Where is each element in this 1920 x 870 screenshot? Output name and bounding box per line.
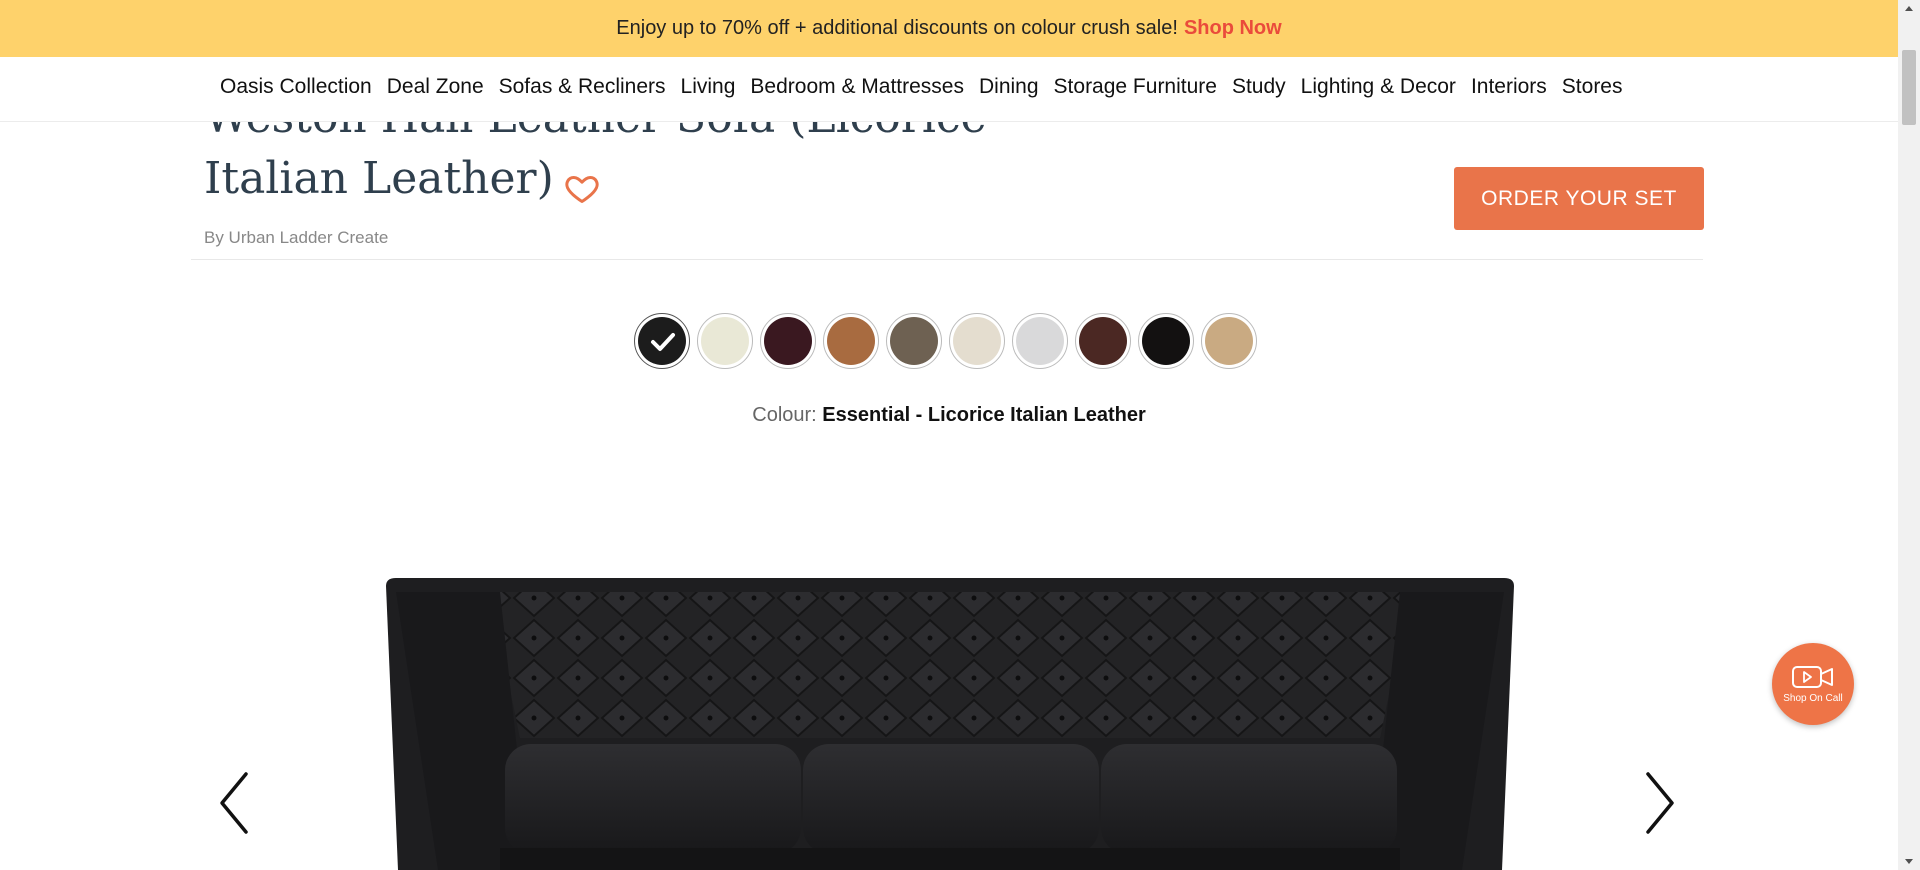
- colour-value: Essential - Licorice Italian Leather: [822, 404, 1146, 426]
- swatch-color: [1142, 317, 1190, 365]
- previous-image-arrow-icon[interactable]: [214, 768, 254, 838]
- scrollbar-thumb[interactable]: [1902, 50, 1916, 125]
- colour-swatch[interactable]: [634, 313, 690, 369]
- nav-item[interactable]: Bedroom & Mattresses: [750, 75, 964, 99]
- video-camera-icon: [1792, 666, 1833, 688]
- swatch-color: [953, 317, 1001, 365]
- swatch-color: [701, 317, 749, 365]
- nav-item[interactable]: Deal Zone: [387, 75, 484, 99]
- sofa-product-image: [386, 578, 1514, 870]
- next-image-arrow-icon[interactable]: [1640, 768, 1680, 838]
- nav-item[interactable]: Sofas & Recliners: [499, 75, 666, 99]
- shop-now-link[interactable]: Shop Now: [1184, 17, 1282, 40]
- colour-swatch[interactable]: [949, 313, 1005, 369]
- scroll-up-arrow-icon[interactable]: [1905, 6, 1913, 11]
- colour-swatch[interactable]: [1138, 313, 1194, 369]
- product-brand: By Urban Ladder Create: [204, 228, 389, 247]
- nav-item[interactable]: Dining: [979, 75, 1039, 99]
- colour-swatch[interactable]: [697, 313, 753, 369]
- colour-swatch[interactable]: [760, 313, 816, 369]
- swatch-color: [1205, 317, 1253, 365]
- nav-item[interactable]: Living: [681, 75, 736, 99]
- divider: [191, 259, 1703, 260]
- shop-on-call-label: Shop On Call: [1783, 693, 1843, 704]
- main-nav: Oasis Collection Deal Zone Sofas & Recline…: [0, 57, 1898, 122]
- promo-banner: Enjoy up to 70% off + additional discoun…: [0, 0, 1898, 57]
- swatch-color: [1016, 317, 1064, 365]
- shop-on-call-button[interactable]: Shop On Call: [1772, 643, 1854, 725]
- colour-swatches: [634, 313, 1264, 369]
- selected-colour: Colour: Essential - Licorice Italian Lea…: [0, 404, 1898, 427]
- nav-item[interactable]: Study: [1232, 75, 1286, 99]
- check-icon: [651, 333, 675, 351]
- order-your-set-button[interactable]: ORDER YOUR SET: [1454, 167, 1704, 230]
- page-scrollbar[interactable]: [1898, 0, 1920, 870]
- nav-item[interactable]: Stores: [1562, 75, 1623, 99]
- colour-swatch[interactable]: [1012, 313, 1068, 369]
- colour-swatch[interactable]: [1201, 313, 1257, 369]
- swatch-color: [890, 317, 938, 365]
- nav-list: Oasis Collection Deal Zone Sofas & Recline…: [220, 75, 1638, 99]
- colour-swatch[interactable]: [1075, 313, 1131, 369]
- nav-item[interactable]: Oasis Collection: [220, 75, 372, 99]
- promo-text: Enjoy up to 70% off + additional discoun…: [616, 17, 1178, 39]
- nav-item[interactable]: Storage Furniture: [1054, 75, 1217, 99]
- colour-label: Colour:: [752, 404, 817, 426]
- wishlist-heart-icon[interactable]: [564, 170, 600, 206]
- swatch-color: [827, 317, 875, 365]
- swatch-color: [764, 317, 812, 365]
- swatch-color: [1079, 317, 1127, 365]
- scroll-down-arrow-icon[interactable]: [1905, 859, 1913, 864]
- nav-item[interactable]: Interiors: [1471, 75, 1547, 99]
- nav-item[interactable]: Lighting & Decor: [1301, 75, 1456, 99]
- colour-swatch[interactable]: [823, 313, 879, 369]
- swatch-color: [638, 317, 686, 365]
- colour-swatch[interactable]: [886, 313, 942, 369]
